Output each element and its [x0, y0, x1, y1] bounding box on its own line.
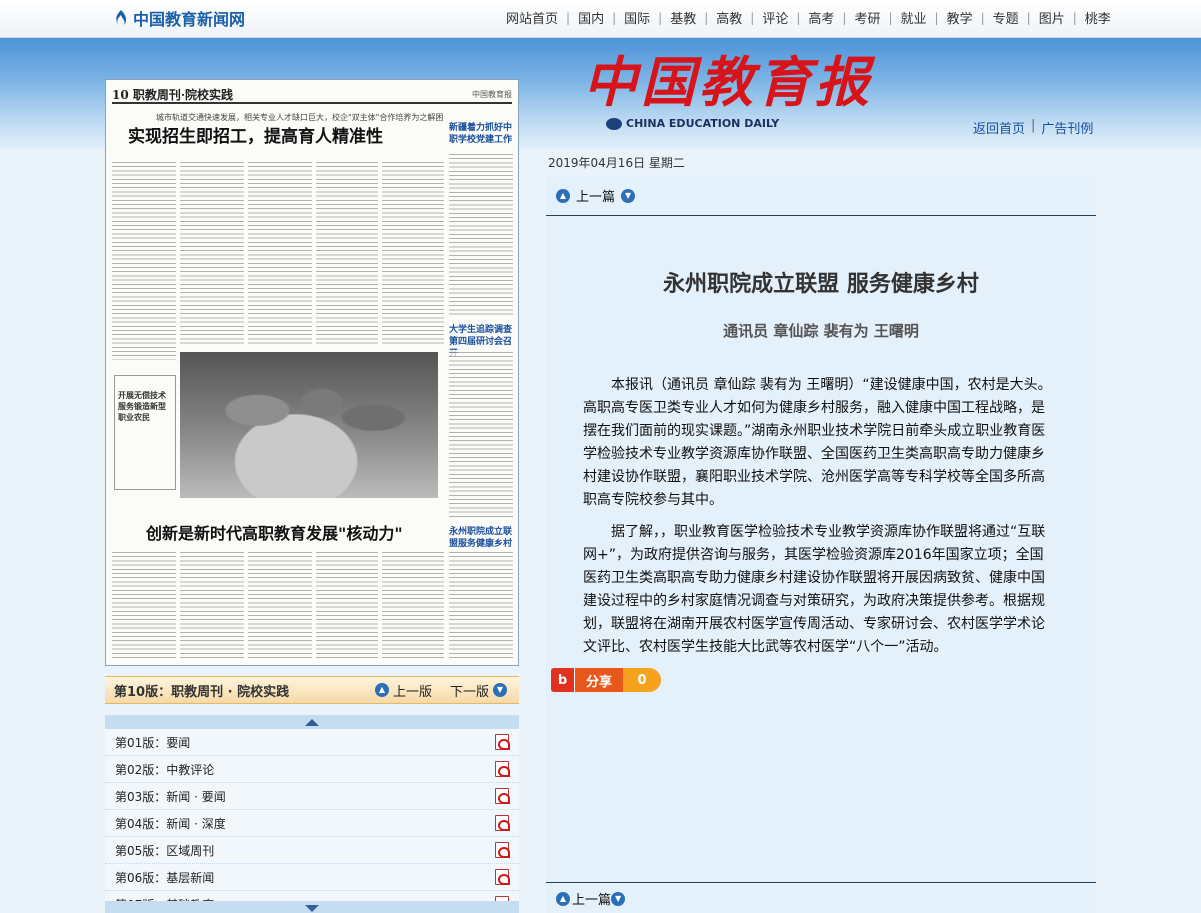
paper-headline-2[interactable]: 创新是新时代高职教育发展"核动力": [146, 520, 403, 544]
pdf-icon[interactable]: [495, 761, 510, 777]
pdf-icon[interactable]: [495, 734, 510, 750]
paper-text-block: [112, 550, 176, 660]
nav-basic-edu[interactable]: 基教: [662, 8, 704, 27]
masthead-english-text: CHINA EDUCATION DAILY: [626, 117, 780, 130]
prev-article-link[interactable]: 上一篇: [572, 889, 611, 908]
nav-domestic[interactable]: 国内: [570, 8, 612, 27]
nav-employment[interactable]: 就业: [893, 8, 935, 27]
paper-text-block: [112, 160, 176, 360]
edition-pager: ▲ 上一版 下一版 ▼: [374, 681, 519, 700]
edition-link[interactable]: 第04版：新闻 · 深度: [115, 815, 226, 832]
paper-box-story[interactable]: 开展无偿技术服务锻造新型职业农民: [114, 375, 176, 490]
edition-row[interactable]: 第01版：要闻: [105, 729, 519, 756]
paper-headline[interactable]: 实现招生即招工，提高育人精准性: [128, 122, 383, 147]
nav-teaching[interactable]: 教学: [939, 8, 981, 27]
edition-list: 第01版：要闻 第02版：中教评论 第03版：新闻 · 要闻 第04版：新闻 ·…: [105, 715, 519, 913]
prev-edition-arrow-icon[interactable]: ▲: [374, 683, 389, 697]
issue-date: 2019年04月16日 星期二: [548, 156, 685, 170]
share-label: 分享: [575, 668, 623, 692]
paper-text-block: [449, 550, 513, 660]
masthead-title: 中国教育报: [583, 50, 873, 114]
nav-taoli[interactable]: 桃李: [1077, 8, 1119, 27]
logo-flame-icon: [113, 9, 129, 27]
article-nav-top: ▲ 上一篇 ▼: [546, 176, 1096, 216]
edition-row[interactable]: 第05版：区域周刊: [105, 837, 519, 864]
article-panel: ▲ 上一篇 ▼ 永州职院成立联盟 服务健康乡村 通讯员 章仙踪 裴有为 王曙明 …: [546, 176, 1096, 913]
edition-row[interactable]: 第06版：基层新闻: [105, 864, 519, 891]
paper-text-block: [382, 160, 444, 345]
paper-photo: [180, 352, 438, 498]
site-logo-text: 中国教育新闻网: [133, 10, 246, 29]
next-edition-arrow-icon[interactable]: ▼: [493, 683, 507, 697]
prev-edition-link[interactable]: 上一版: [393, 681, 432, 700]
share-count: 0: [623, 668, 661, 692]
paper-text-block: [316, 160, 378, 345]
paper-side-story-1[interactable]: 新疆着力抓好中职学校党建工作: [449, 122, 513, 146]
nav-kaoyan[interactable]: 考研: [846, 8, 888, 27]
pdf-icon[interactable]: [495, 869, 510, 885]
article-paragraph: 据了解，，职业教育医学检验技术专业教学资源库协作联盟将通过“互联网+”，为政府提…: [583, 524, 1046, 655]
site-logo[interactable]: 中国教育新闻网: [113, 6, 245, 30]
article-paragraph: 本报讯（通讯员 章仙踪 裴有为 王曙明）“建设健康中国，农村是大头。高职高专医卫…: [583, 377, 1052, 508]
article-nav-bottom: ▲ 上一篇 ▼: [546, 882, 1096, 913]
nav-commentary[interactable]: 评论: [754, 8, 796, 27]
prev-article-arrow-icon[interactable]: ▲: [556, 891, 570, 906]
nav-gaokao[interactable]: 高考: [800, 8, 842, 27]
paper-text-block: [316, 550, 378, 660]
back-home-link[interactable]: 返回首页: [973, 118, 1025, 137]
next-edition-link[interactable]: 下一版: [450, 681, 489, 700]
paper-text-block: [449, 350, 513, 518]
article-title: 永州职院成立联盟 服务健康乡村: [663, 271, 979, 297]
article-body: 本报讯（通讯员 章仙踪 裴有为 王曙明）“建设健康中国，农村是大头。高职高专医卫…: [583, 374, 1053, 668]
masthead-english: CHINA EDUCATION DAILY: [606, 117, 779, 130]
pdf-icon[interactable]: [495, 815, 510, 831]
paper-text-block: [180, 160, 244, 345]
paper-text-block: [382, 550, 444, 660]
next-article-arrow-icon[interactable]: ▼: [611, 891, 626, 906]
newspaper-page-image[interactable]: 10 职教周刊·院校实践 中国教育报 城市轨道交通快速发展，相关专业人才缺口巨大…: [105, 79, 519, 666]
nav-higher-edu[interactable]: 高教: [708, 8, 750, 27]
share-logo-icon: b: [551, 668, 575, 692]
edition-link[interactable]: 第06版：基层新闻: [115, 869, 214, 886]
paper-side-story-3[interactable]: 永州职院成立联盟服务健康乡村: [449, 526, 513, 550]
edition-link[interactable]: 第02版：中教评论: [115, 761, 214, 778]
paper-text-block: [449, 152, 513, 317]
edition-row[interactable]: 第02版：中教评论: [105, 756, 519, 783]
next-article-arrow-icon[interactable]: ▼: [621, 188, 636, 203]
prev-article-link[interactable]: 上一篇: [576, 186, 615, 205]
paper-text-block: [180, 550, 244, 660]
pdf-icon[interactable]: [495, 788, 510, 804]
share-button[interactable]: b 分享 0: [551, 668, 661, 692]
nav-home[interactable]: 网站首页: [498, 8, 566, 27]
top-nav-bar: 中国教育新闻网 网站首页 | 国内 | 国际 | 基教 | 高教 | 评论 | 高考 | 考研…: [0, 0, 1201, 38]
edition-link[interactable]: 第05版：区域周刊: [115, 842, 214, 859]
current-edition-bar: 第10版：职教周刊 · 院校实践 ▲ 上一版 下一版 ▼: [105, 676, 519, 704]
paper-page-header: 10 职教周刊·院校实践 中国教育报: [112, 86, 512, 104]
masthead-emblem-icon: [606, 117, 622, 130]
link-separator: |: [1031, 118, 1036, 133]
current-edition-label: 第10版：职教周刊 · 院校实践: [114, 684, 290, 700]
paper-masthead-small: 中国教育报: [472, 89, 512, 99]
scroll-up-arrow-icon: [305, 718, 319, 726]
nav-images[interactable]: 图片: [1031, 8, 1073, 27]
article-author: 通讯员 章仙踪 裴有为 王曙明: [723, 322, 919, 340]
main-nav: 网站首页 | 国内 | 国际 | 基教 | 高教 | 评论 | 高考 | 考研 | 就业 | 教学…: [498, 8, 1119, 28]
list-scroll-down[interactable]: [105, 901, 519, 913]
ad-rates-link[interactable]: 广告刊例: [1041, 118, 1093, 137]
nav-international[interactable]: 国际: [616, 8, 658, 27]
scroll-down-arrow-icon: [305, 904, 319, 912]
pdf-icon[interactable]: [495, 842, 510, 858]
paper-text-block: [248, 160, 312, 345]
edition-row[interactable]: 第03版：新闻 · 要闻: [105, 783, 519, 810]
edition-link[interactable]: 第01版：要闻: [115, 734, 190, 751]
prev-article-arrow-icon[interactable]: ▲: [556, 188, 570, 203]
paper-page-label: 10 职教周刊·院校实践: [112, 87, 234, 102]
nav-topics[interactable]: 专题: [985, 8, 1027, 27]
paper-text-block: [248, 550, 312, 660]
list-scroll-up[interactable]: [105, 715, 519, 729]
edition-row[interactable]: 第04版：新闻 · 深度: [105, 810, 519, 837]
edition-link[interactable]: 第03版：新闻 · 要闻: [115, 788, 226, 805]
header-links: 返回首页 | 广告刊例: [973, 118, 1093, 137]
